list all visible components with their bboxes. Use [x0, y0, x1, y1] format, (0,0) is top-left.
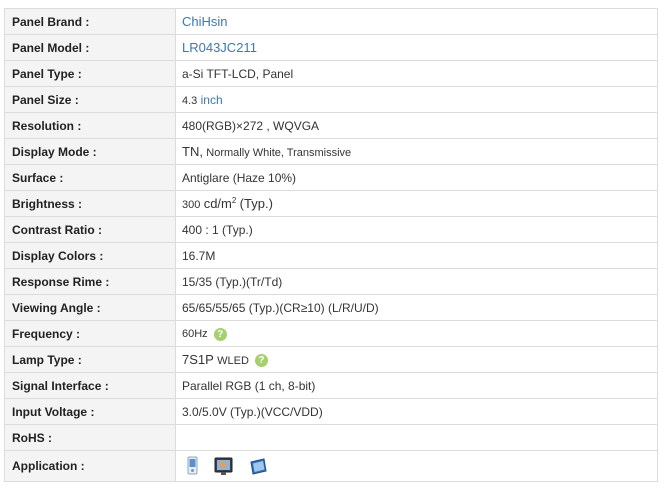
label-panel-type: Panel Type : — [4, 60, 176, 87]
help-icon[interactable]: ? — [254, 354, 268, 368]
row-surface: Surface : Antiglare (Haze 10%) — [4, 164, 658, 191]
handheld-device-icon[interactable] — [186, 456, 200, 476]
label-viewing-angle: Viewing Angle : — [4, 294, 176, 321]
value-lamp-type-detail: WLED — [217, 354, 249, 367]
value-brightness-number: 300 — [182, 199, 201, 211]
panel-model-link[interactable]: LR043JC211 — [182, 40, 257, 55]
help-icon[interactable]: ? — [213, 327, 227, 341]
panel-brand-link[interactable]: ChiHsin — [182, 14, 228, 29]
row-display-colors: Display Colors : 16.7M — [4, 242, 658, 269]
label-rohs: RoHS : — [4, 424, 176, 451]
value-input-voltage: 3.0/5.0V (Typ.)(VCC/VDD) — [175, 398, 658, 425]
value-lamp-type-main: 7S1P — [182, 351, 214, 367]
row-panel-model: Panel Model : LR043JC211 — [4, 34, 658, 61]
value-surface: Antiglare (Haze 10%) — [175, 164, 658, 191]
value-brightness-note: (Typ.) — [239, 196, 273, 211]
label-resolution: Resolution : — [4, 112, 176, 139]
label-signal-interface: Signal Interface : — [4, 372, 176, 399]
value-brightness-unit: cd/m — [203, 196, 232, 211]
value-rohs — [175, 424, 658, 451]
value-response-time: 15/35 (Typ.)(Tr/Td) — [175, 268, 658, 295]
value-brightness-exponent: 2 — [231, 196, 237, 205]
value-contrast-ratio: 400 : 1 (Typ.) — [175, 216, 658, 243]
row-contrast-ratio: Contrast Ratio : 400 : 1 (Typ.) — [4, 216, 658, 243]
panel-spec-table: Panel Brand : ChiHsin Panel Model : LR04… — [4, 8, 658, 482]
value-signal-interface: Parallel RGB (1 ch, 8-bit) — [175, 372, 658, 399]
row-application: Application : — [4, 450, 658, 482]
row-input-voltage: Input Voltage : 3.0/5.0V (Typ.)(VCC/VDD) — [4, 398, 658, 425]
row-resolution: Resolution : 480(RGB)×272 , WQVGA — [4, 112, 658, 139]
value-viewing-angle: 65/65/55/65 (Typ.)(CR≥10) (L/R/U/D) — [175, 294, 658, 321]
label-surface: Surface : — [4, 164, 176, 191]
label-brightness: Brightness : — [4, 190, 176, 217]
value-resolution: 480(RGB)×272 , WQVGA — [175, 112, 658, 139]
label-lamp-type: Lamp Type : — [4, 346, 176, 373]
label-display-mode: Display Mode : — [4, 138, 176, 165]
value-display-mode-main: TN, — [182, 144, 203, 159]
value-frequency: 60Hz — [182, 328, 208, 341]
label-contrast-ratio: Contrast Ratio : — [4, 216, 176, 243]
panel-size-unit-link[interactable]: inch — [201, 93, 223, 107]
application-icons — [182, 456, 657, 476]
row-panel-brand: Panel Brand : ChiHsin — [4, 8, 658, 35]
row-response-time: Response Rime : 15/35 (Typ.)(Tr/Td) — [4, 268, 658, 295]
label-display-colors: Display Colors : — [4, 242, 176, 269]
tablet-icon[interactable] — [248, 456, 268, 476]
row-panel-type: Panel Type : a-Si TFT-LCD, Panel — [4, 60, 658, 87]
label-panel-model: Panel Model : — [4, 34, 176, 61]
label-application: Application : — [4, 450, 176, 482]
row-lamp-type: Lamp Type : 7S1P WLED? — [4, 346, 658, 373]
row-display-mode: Display Mode : TN, Normally White, Trans… — [4, 138, 658, 165]
value-panel-size-number: 4.3 — [182, 94, 198, 107]
value-panel-type: a-Si TFT-LCD, Panel — [175, 60, 658, 87]
label-panel-brand: Panel Brand : — [4, 8, 176, 35]
row-panel-size: Panel Size : 4.3 inch — [4, 86, 658, 113]
label-input-voltage: Input Voltage : — [4, 398, 176, 425]
label-frequency: Frequency : — [4, 320, 176, 347]
row-signal-interface: Signal Interface : Parallel RGB (1 ch, 8… — [4, 372, 658, 399]
row-rohs: RoHS : — [4, 424, 658, 451]
value-display-colors: 16.7M — [175, 242, 658, 269]
row-brightness: Brightness : 300 cd/m2 (Typ.) — [4, 190, 658, 217]
value-display-mode-detail: Normally White, Transmissive — [206, 147, 352, 159]
monitor-icon[interactable] — [214, 456, 234, 476]
label-response-time: Response Rime : — [4, 268, 176, 295]
row-frequency: Frequency : 60Hz? — [4, 320, 658, 347]
row-viewing-angle: Viewing Angle : 65/65/55/65 (Typ.)(CR≥10… — [4, 294, 658, 321]
label-panel-size: Panel Size : — [4, 86, 176, 113]
